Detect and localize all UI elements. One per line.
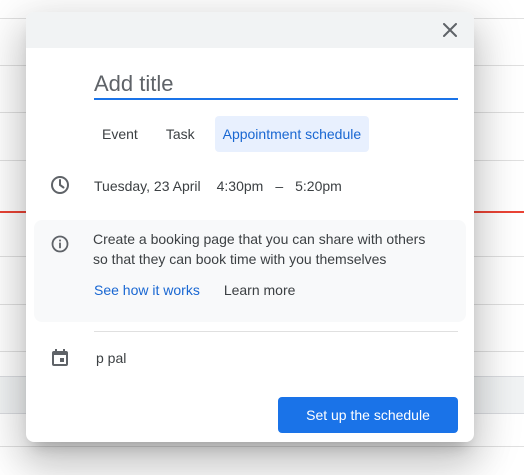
tab-appointment-schedule[interactable]: Appointment schedule xyxy=(214,116,370,152)
event-type-tabs: Event Task Appointment schedule xyxy=(94,116,370,152)
grid-line xyxy=(0,446,524,447)
title-input[interactable] xyxy=(94,70,458,100)
tab-event[interactable]: Event xyxy=(94,116,146,152)
time-row: Tuesday, 23 April 4:30pm – 5:20pm xyxy=(94,176,342,196)
date-picker[interactable]: Tuesday, 23 April xyxy=(94,178,201,194)
dialog-header xyxy=(26,12,474,48)
calendar-selector[interactable]: p pal xyxy=(96,350,126,366)
tab-task[interactable]: Task xyxy=(158,116,203,152)
see-how-it-works-link[interactable]: See how it works xyxy=(94,282,200,298)
create-event-dialog: Event Task Appointment schedule Tuesday,… xyxy=(26,12,474,442)
appointment-info-card: Create a booking page that you can share… xyxy=(34,220,466,322)
end-time-picker[interactable]: 5:20pm xyxy=(295,178,342,194)
start-time-picker[interactable]: 4:30pm xyxy=(217,178,264,194)
clock-icon xyxy=(50,175,70,195)
info-description: Create a booking page that you can share… xyxy=(93,231,426,267)
close-icon xyxy=(443,23,457,37)
set-up-schedule-button[interactable]: Set up the schedule xyxy=(278,397,458,433)
time-separator: – xyxy=(275,178,284,194)
close-button[interactable] xyxy=(438,18,462,42)
info-icon xyxy=(50,234,70,254)
learn-more-link[interactable]: Learn more xyxy=(224,282,296,298)
info-links: See how it works Learn more xyxy=(94,282,295,298)
calendar-event-icon xyxy=(50,348,70,368)
divider xyxy=(94,331,458,332)
